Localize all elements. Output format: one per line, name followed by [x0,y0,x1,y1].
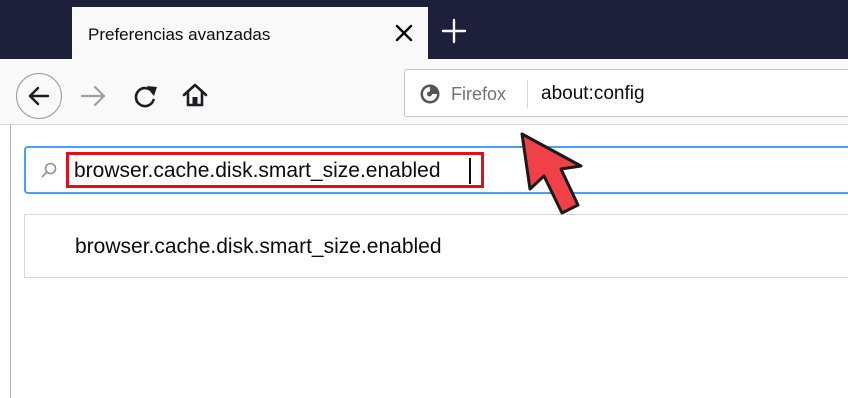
tab-strip: Preferencias avanzadas [0,0,848,59]
home-icon[interactable] [180,80,210,110]
page-content: browser.cache.disk.smart_size.enabled [0,125,848,398]
arrow-right-icon[interactable] [78,81,108,111]
browser-window: Preferencias avanzadas Firefox about:con… [0,0,848,398]
close-icon[interactable] [390,19,418,47]
config-search-box[interactable] [24,146,848,194]
back-button[interactable] [16,73,62,119]
annotation-arrow-icon [520,132,583,215]
tab-advanced-preferences[interactable]: Preferencias avanzadas [72,7,428,59]
highlight-box [66,152,484,188]
firefox-icon [420,84,440,104]
search-icon [41,162,57,178]
url-bar[interactable]: Firefox about:config [404,69,848,117]
arrow-left-icon [28,86,50,106]
url-text[interactable]: about:config [541,83,645,105]
nav-toolbar: Firefox about:config [0,59,848,125]
tab-title: Preferencias avanzadas [88,25,271,44]
preference-name: browser.cache.disk.smart_size.enabled [75,235,442,258]
identity-label: Firefox [451,84,507,104]
content-border [10,125,11,398]
reload-icon[interactable] [130,81,160,111]
config-result-row[interactable]: browser.cache.disk.smart_size.enabled [24,214,848,278]
plus-icon[interactable] [440,17,468,45]
url-separator [527,80,528,108]
